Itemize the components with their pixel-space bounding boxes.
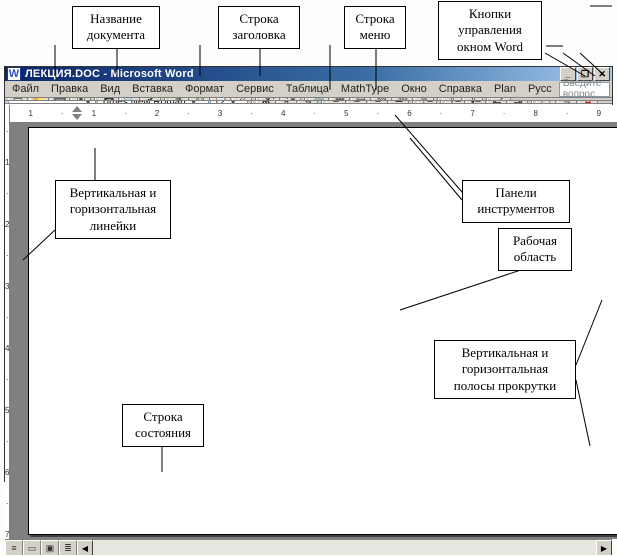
title-bar[interactable]: W ЛЕКЦИЯ.DOC - Microsoft Word _ ❐ ✕ — [5, 67, 612, 81]
ruler-tick: · — [440, 109, 443, 118]
ruler-tick: · — [187, 109, 190, 118]
menu-file[interactable]: Файл — [7, 81, 44, 97]
menu-edit[interactable]: Правка — [46, 81, 93, 97]
callout-status: Строкасостояния — [122, 404, 204, 447]
horizontal-scrollbar[interactable]: ◀ ▶ — [77, 540, 612, 555]
ruler-tick: 1 — [5, 158, 9, 167]
menu-mathtype[interactable]: MathType — [336, 81, 394, 97]
ruler-tick: · — [503, 109, 506, 118]
print-view-icon[interactable]: ▣ — [41, 540, 59, 556]
menu-table[interactable]: Таблица — [281, 81, 334, 97]
scroll-right-icon[interactable]: ▶ — [596, 540, 612, 556]
ruler-tick: · — [6, 375, 9, 384]
indent-marker-icon[interactable] — [72, 106, 82, 120]
ruler-tick: 7 — [470, 109, 474, 118]
scroll-left-icon[interactable]: ◀ — [77, 540, 93, 556]
ruler-tick: 6 — [5, 468, 9, 477]
horizontal-scroll-row: ≡ ▭ ▣ ≣ ◀ ▶ — [5, 539, 612, 555]
callout-scrollbars: Вертикальная игоризонтальнаяполосы прокр… — [434, 340, 576, 399]
ruler-tick: · — [61, 109, 64, 118]
menu-tools[interactable]: Сервис — [231, 81, 279, 97]
ruler-tick: · — [377, 109, 380, 118]
ruler-tick: · — [6, 251, 9, 260]
ruler-tick: 5 — [5, 406, 9, 415]
ruler-tick: 2 — [5, 220, 9, 229]
ruler-tick: · — [6, 127, 9, 136]
ask-question-box[interactable]: Введите вопрос — [559, 82, 610, 97]
ruler-tick: · — [6, 499, 9, 508]
callout-document-name: Названиедокумента — [72, 6, 160, 49]
ruler-tick: · — [313, 109, 316, 118]
ruler-tick: 8 — [533, 109, 537, 118]
menu-format[interactable]: Формат — [180, 81, 229, 97]
outline-view-icon[interactable]: ≣ — [59, 540, 77, 556]
menu-insert[interactable]: Вставка — [127, 81, 178, 97]
ruler-tick: 3 — [218, 109, 222, 118]
horizontal-ruler[interactable]: 1·1·2·3·4·5·6·7·8·9·10·11·12·13·14·15·16 — [10, 105, 617, 123]
ruler-tick: 6 — [407, 109, 411, 118]
window-title: ЛЕКЦИЯ.DOC - Microsoft Word — [25, 68, 560, 80]
ruler-tick: 1 — [92, 109, 96, 118]
callout-title-row: Строказаголовка — [218, 6, 300, 49]
web-view-icon[interactable]: ▭ — [23, 540, 41, 556]
menu-window[interactable]: Окно — [396, 81, 432, 97]
hscroll-track[interactable] — [93, 540, 596, 555]
callout-toolbars: Панелиинструментов — [462, 180, 570, 223]
ruler-tick: · — [6, 313, 9, 322]
ruler-tick: 4 — [5, 344, 9, 353]
ruler-tick: 5 — [344, 109, 348, 118]
ruler-tick: 2 — [155, 109, 159, 118]
ruler-tick: · — [124, 109, 127, 118]
normal-view-icon[interactable]: ≡ — [5, 540, 23, 556]
callout-window-buttons: Кнопкиуправленияокном Word — [438, 1, 542, 60]
ruler-tick: 1 — [28, 109, 32, 118]
view-buttons: ≡ ▭ ▣ ≣ — [5, 540, 77, 555]
callout-workarea: Рабочаяобласть — [498, 228, 572, 271]
ruler-tick: · — [6, 437, 9, 446]
word-window: W ЛЕКЦИЯ.DOC - Microsoft Word _ ❐ ✕ Файл… — [4, 66, 613, 482]
ruler-tick: 7 — [5, 530, 9, 539]
callout-rulers: Вертикальная игоризонтальнаялинейки — [55, 180, 171, 239]
ruler-tick: 4 — [281, 109, 285, 118]
app-icon: W — [7, 67, 21, 81]
menu-rus[interactable]: Pycc — [523, 81, 557, 97]
document-area: ·1·2·3·4·5·6·7 1·1·2·3·4·5·6·7·8·9·10·11… — [5, 104, 612, 539]
ruler-tick: · — [250, 109, 253, 118]
ruler-tick: · — [566, 109, 569, 118]
ruler-tick: 3 — [5, 282, 9, 291]
menu-help[interactable]: Справка — [434, 81, 487, 97]
ruler-tick: · — [6, 189, 9, 198]
menu-bar: Файл Правка Вид Вставка Формат Сервис Та… — [5, 81, 612, 98]
menu-plan[interactable]: Plan — [489, 81, 521, 97]
ruler-tick: 9 — [597, 109, 601, 118]
menu-view[interactable]: Вид — [95, 81, 125, 97]
callout-menu-row: Строкаменю — [344, 6, 406, 49]
